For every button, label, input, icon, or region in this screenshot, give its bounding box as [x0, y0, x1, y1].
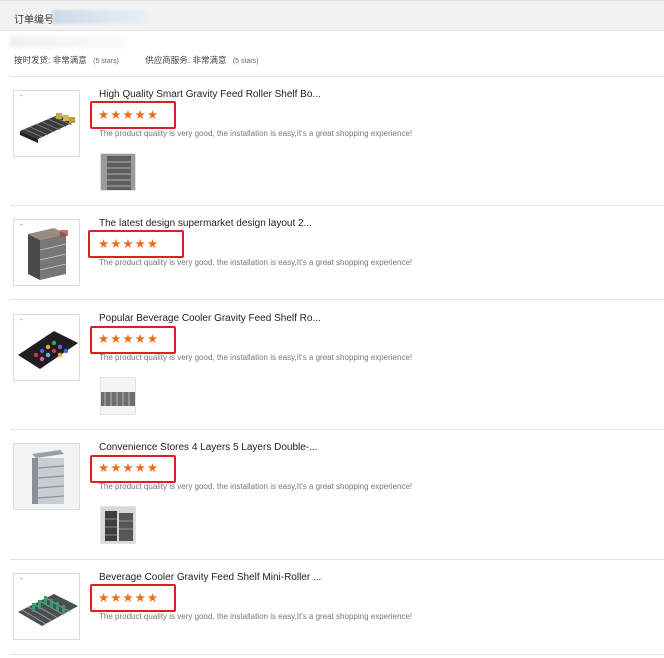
review-comment: The product quality is very good, the in…: [99, 612, 413, 621]
product-thumbnail[interactable]: -: [13, 90, 80, 157]
divider: [10, 205, 664, 206]
star-rating: ★★★★★: [98, 237, 160, 251]
supplier-rating-value: 非常满意: [192, 55, 227, 65]
supplier-rating-label: 供应商服务:: [145, 55, 191, 65]
divider: [10, 559, 664, 560]
cooler-shelf-image: [18, 331, 78, 369]
review-photo[interactable]: [100, 377, 136, 415]
order-number-label: 订单编号: [14, 15, 54, 26]
supplier-rating-stars: (5 stars): [232, 58, 259, 65]
review-comment: The product quality is very good, the in…: [99, 129, 413, 138]
product-title[interactable]: Beverage Cooler Gravity Feed Shelf Mini-…: [99, 572, 321, 583]
review-comment: The product quality is very good, the in…: [99, 482, 413, 491]
product-title[interactable]: Convenience Stores 4 Layers 5 Layers Dou…: [99, 442, 317, 453]
review-photo[interactable]: [100, 153, 136, 191]
order-number-redacted: [52, 10, 148, 24]
product-title[interactable]: High Quality Smart Gravity Feed Roller S…: [99, 89, 321, 100]
divider: [10, 654, 664, 655]
supplier-rating: 供应商服务: 非常满意 (5 stars): [145, 54, 258, 66]
review-comment: The product quality is very good, the in…: [99, 353, 413, 362]
star-rating: ★★★★★: [98, 108, 160, 122]
double-sided-shelf-image: [14, 444, 79, 509]
divider: [10, 299, 664, 300]
star-rating: ★★★★★: [98, 332, 160, 346]
product-title[interactable]: The latest design supermarket design lay…: [99, 218, 312, 229]
redacted-area: [10, 36, 128, 48]
order-header: 订单编号: [0, 0, 664, 31]
review-photo-image: [101, 154, 135, 190]
divider: [10, 429, 664, 430]
review-comment: The product quality is very good, the in…: [99, 258, 413, 267]
product-title[interactable]: Popular Beverage Cooler Gravity Feed She…: [99, 313, 321, 324]
delivery-rating-label: 按时发货:: [14, 55, 51, 65]
review-photo-image: [101, 378, 135, 414]
roller-shelf-image: [20, 113, 76, 143]
product-thumbnail[interactable]: -: [13, 219, 80, 286]
product-thumbnail[interactable]: -: [13, 573, 80, 640]
delivery-rating: 按时发货: 非常满意 (5 stars): [14, 54, 119, 66]
star-rating: ★★★★★: [98, 461, 160, 475]
divider: [10, 76, 664, 77]
delivery-rating-stars: (5 stars): [93, 58, 119, 65]
star-rating: ★★★★★: [98, 591, 160, 605]
store-ratings: 按时发货: 非常满意 (5 stars) 供应商服务: 非常满意 (5 star…: [14, 54, 283, 66]
delivery-rating-value: 非常满意: [52, 55, 87, 65]
gondola-shelf-image: [28, 228, 68, 280]
product-thumbnail[interactable]: [13, 443, 80, 510]
mini-roller-shelf-image: [18, 594, 78, 626]
review-photo[interactable]: [100, 506, 136, 544]
product-thumbnail[interactable]: -: [13, 314, 80, 381]
review-photo-image: [101, 507, 135, 543]
